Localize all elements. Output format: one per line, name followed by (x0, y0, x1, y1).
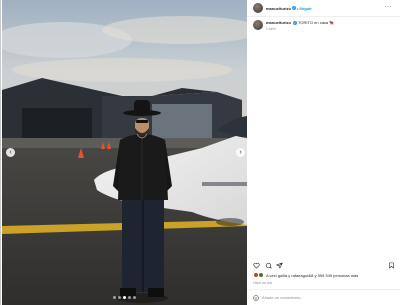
caption-line: manuelturizo ✓ TORITO en casa 🐂 (266, 20, 334, 26)
caption-text: TORITO en casa 🐂 (298, 20, 335, 25)
carousel-dot (113, 296, 116, 299)
chevron-left-icon: ‹ (9, 149, 12, 156)
more-options-icon[interactable]: ··· (385, 4, 393, 10)
author-username[interactable]: manuelturizo (266, 6, 291, 11)
likes-summary[interactable]: A ceci guilla y rafaeagui4i8 y 599.349 p… (253, 272, 358, 278)
heart-icon[interactable] (253, 262, 260, 269)
liker-avatar (258, 272, 264, 278)
post-timestamp[interactable]: Hace un día (253, 281, 272, 285)
post-modal: ‹ › manuelturizo ✓ • Seguir ··· manueltu… (0, 0, 400, 305)
caption-timestamp[interactable]: 1 sem (266, 27, 334, 31)
comment-input[interactable] (262, 295, 382, 300)
carousel-next-button[interactable]: › (236, 148, 245, 157)
likes-text: A ceci guilla y rafaeagui4i8 y 599.349 p… (266, 272, 359, 278)
verified-badge-icon: ✓ (291, 6, 296, 10)
post-header: manuelturizo ✓ • Seguir ··· (247, 0, 400, 17)
share-icon[interactable] (276, 262, 283, 269)
verified-badge-icon: ✓ (293, 20, 298, 25)
carousel-dot (118, 296, 121, 299)
chevron-right-icon: › (239, 149, 242, 156)
caption: manuelturizo ✓ TORITO en casa 🐂 1 sem (253, 20, 393, 31)
carousel-indicator (2, 296, 247, 299)
caption-username[interactable]: manuelturizo (266, 20, 291, 25)
post-sidebar: manuelturizo ✓ • Seguir ··· manuelturizo… (247, 0, 400, 305)
comment-icon[interactable] (265, 262, 272, 269)
follow-button[interactable]: Seguir (299, 6, 311, 11)
separator-dot: • (296, 5, 299, 11)
comment-bar (247, 289, 400, 305)
emoji-icon[interactable] (253, 294, 259, 301)
caption-avatar[interactable] (253, 20, 263, 30)
carousel-dot (128, 296, 131, 299)
carousel-prev-button[interactable]: ‹ (6, 148, 15, 157)
caption-body: manuelturizo ✓ TORITO en casa 🐂 1 sem (266, 20, 334, 31)
carousel-dot (123, 296, 126, 299)
photo-scene (2, 0, 247, 305)
post-actions (253, 262, 395, 269)
post-photo: ‹ › (2, 0, 247, 305)
carousel-dot (133, 296, 136, 299)
avatar[interactable] (253, 3, 263, 13)
save-icon[interactable] (388, 262, 395, 269)
